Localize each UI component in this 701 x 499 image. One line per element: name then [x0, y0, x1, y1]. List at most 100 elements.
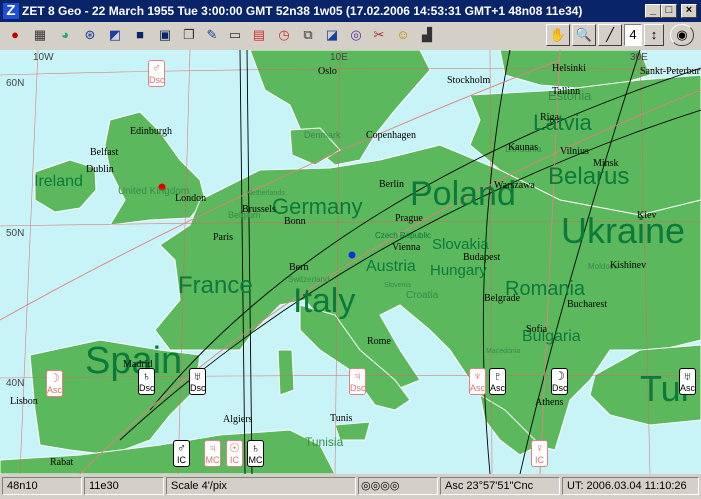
pen-icon[interactable]: ✎: [203, 26, 221, 44]
compare-icon[interactable]: ⧉: [299, 26, 317, 44]
city-label: Budapest: [463, 252, 501, 263]
country-slovenia: Slovenia: [384, 282, 411, 289]
chart-button-icon[interactable]: ◎: [380, 480, 390, 492]
document-icon[interactable]: ❐: [180, 26, 198, 44]
city-label: Kiev: [637, 210, 657, 221]
line-tool-button[interactable]: ╱: [598, 24, 622, 46]
starmap-icon[interactable]: ◩: [106, 26, 124, 44]
city-label: Riga: [540, 112, 559, 123]
app-logo-icon[interactable]: Z: [3, 3, 19, 19]
city-label: Paris: [213, 232, 233, 243]
city-label: Oslo: [318, 66, 337, 77]
city-label: Kishinev: [610, 260, 647, 271]
stats-icon[interactable]: ▟: [418, 26, 436, 44]
city-label: Algiers: [223, 414, 253, 425]
country-ukraine: Ukraine: [561, 210, 686, 251]
mars-ic-marker[interactable]: ♂ IC: [173, 440, 190, 467]
grid-icon[interactable]: ▦: [31, 26, 49, 44]
night-sky-icon[interactable]: ■: [131, 26, 149, 44]
country-hungary: Hungary: [430, 262, 487, 279]
status-chart-buttons[interactable]: ◎◎◎◎: [358, 477, 438, 495]
uranus-asc-marker[interactable]: ♅ Asc: [679, 368, 696, 395]
country-croatia: Croatia: [406, 290, 439, 301]
city-label: Dublin: [86, 164, 114, 175]
sky-icon[interactable]: ▣: [156, 26, 174, 44]
lon-label-10e: 10E: [330, 52, 348, 63]
tools-icon[interactable]: ✂: [370, 26, 388, 44]
city-label: Sankt-Peterbur: [640, 66, 700, 77]
city-label: Bonn: [284, 216, 306, 227]
moon-asc-marker[interactable]: ☽ Asc: [46, 370, 63, 397]
circle-chart-icon[interactable]: ⊛: [81, 26, 99, 44]
toolbar: ● ▦ ◕ ⊛ ◩ ■ ▣ ❐ ✎ ▭ ▤ ◷ ⧉ ◪ ◎ ✂ ☺ ▟ ✋ 🔍 …: [0, 22, 701, 51]
lat-label-60n: 60N: [6, 78, 25, 89]
record-button[interactable]: ◉: [670, 24, 694, 46]
pluto-asc-marker[interactable]: ♇ Asc: [489, 368, 506, 395]
status-latitude: 48n10: [2, 477, 82, 495]
plot-icon[interactable]: ◪: [323, 26, 341, 44]
country-denmark: Denmark: [304, 130, 341, 140]
status-longitude: 11e30: [84, 477, 164, 495]
page-icon[interactable]: ▭: [226, 26, 244, 44]
lat-label-50n: 50N: [6, 228, 25, 239]
country-slovakia: Slovakia: [432, 236, 489, 253]
country-austria: Austria: [366, 258, 416, 275]
sun-ic-marker[interactable]: ☉ IC: [226, 440, 243, 467]
city-label: Rome: [367, 336, 391, 347]
moon-dsc-marker[interactable]: ☽ Dsc: [551, 368, 568, 395]
country-france: France: [178, 272, 253, 299]
city-label: Helsinki: [552, 63, 586, 74]
hand-tool-button[interactable]: ✋: [546, 24, 570, 46]
close-button[interactable]: ×: [681, 4, 697, 18]
country-czech: Czech Republic: [375, 231, 432, 240]
city-label: Lisbon: [10, 396, 38, 407]
title-bar: Z ZET 8 Geo - 22 March 1955 Tue 3:00:00 …: [0, 0, 701, 22]
city-label: Minsk: [593, 158, 619, 169]
table-icon[interactable]: ▤: [250, 26, 268, 44]
venus-ic-marker[interactable]: ♀ IC: [531, 440, 548, 467]
maximize-button[interactable]: □: [661, 4, 677, 18]
city-label: Prague: [395, 213, 423, 224]
chart-button-icon[interactable]: ◎: [361, 480, 371, 492]
minimize-button[interactable]: _: [645, 4, 661, 18]
city-label: Kaunas: [508, 142, 538, 153]
lon-label-10w: 10W: [33, 52, 54, 63]
city-label: Tunis: [330, 413, 353, 424]
spin-buttons[interactable]: ↕: [644, 24, 664, 46]
alert-icon[interactable]: ●: [6, 26, 24, 44]
city-label: Copenhagen: [366, 130, 416, 141]
city-label: Bucharest: [567, 299, 607, 310]
window-title: ZET 8 Geo - 22 March 1955 Tue 3:00:00 GM…: [22, 4, 583, 18]
clock-icon[interactable]: ◷: [275, 26, 293, 44]
status-ut: UT: 2006.03.04 11:10:26: [562, 477, 699, 495]
current-place-marker: [348, 251, 356, 259]
status-asc: Asc 23°57'51"Cnc: [440, 477, 560, 495]
status-bar: 48n10 11e30 Scale 4'/pix ◎◎◎◎ Asc 23°57'…: [0, 474, 701, 499]
country-tunisia: Tunisia: [305, 435, 344, 449]
zoom-tool-button[interactable]: 🔍: [572, 24, 596, 46]
mars-dsc-marker[interactable]: ♂ Dsc: [148, 60, 165, 87]
lat-label-40n: 40N: [6, 378, 25, 389]
map-view[interactable]: 10W 10E 30E 60N 50N 40N Ireland United K…: [0, 50, 701, 474]
chart-button-icon[interactable]: ◎: [371, 480, 381, 492]
city-label: Belfast: [90, 147, 119, 158]
city-label: Edinburgh: [130, 126, 173, 137]
person-icon[interactable]: ☺: [394, 26, 412, 44]
city-label: London: [175, 193, 207, 204]
line-width-input[interactable]: 4: [624, 24, 642, 46]
neptune-asc-marker[interactable]: ♆ Asc: [469, 368, 486, 395]
saturn-dsc-marker[interactable]: ♄ Dsc: [138, 368, 155, 395]
status-scale: Scale 4'/pix: [166, 477, 356, 495]
lon-label-30e: 30E: [630, 52, 648, 63]
uranus-dsc-marker[interactable]: ♅ Dsc: [189, 368, 206, 395]
jupiter-dsc-marker[interactable]: ♃ Dsc: [349, 368, 366, 395]
jupiter-mc-marker[interactable]: ♃ MC: [204, 440, 221, 467]
saturn-mc-marker[interactable]: ♄ MC: [247, 440, 264, 467]
city-label: Brussels: [242, 204, 276, 215]
country-ireland: Ireland: [34, 173, 83, 190]
city-label: Belgrade: [484, 293, 521, 304]
chart-button-icon[interactable]: ◎: [390, 480, 400, 492]
city-label: Warszawa: [494, 180, 535, 191]
globe-icon[interactable]: ◕: [56, 26, 74, 44]
calendar-icon[interactable]: ◎: [347, 26, 365, 44]
